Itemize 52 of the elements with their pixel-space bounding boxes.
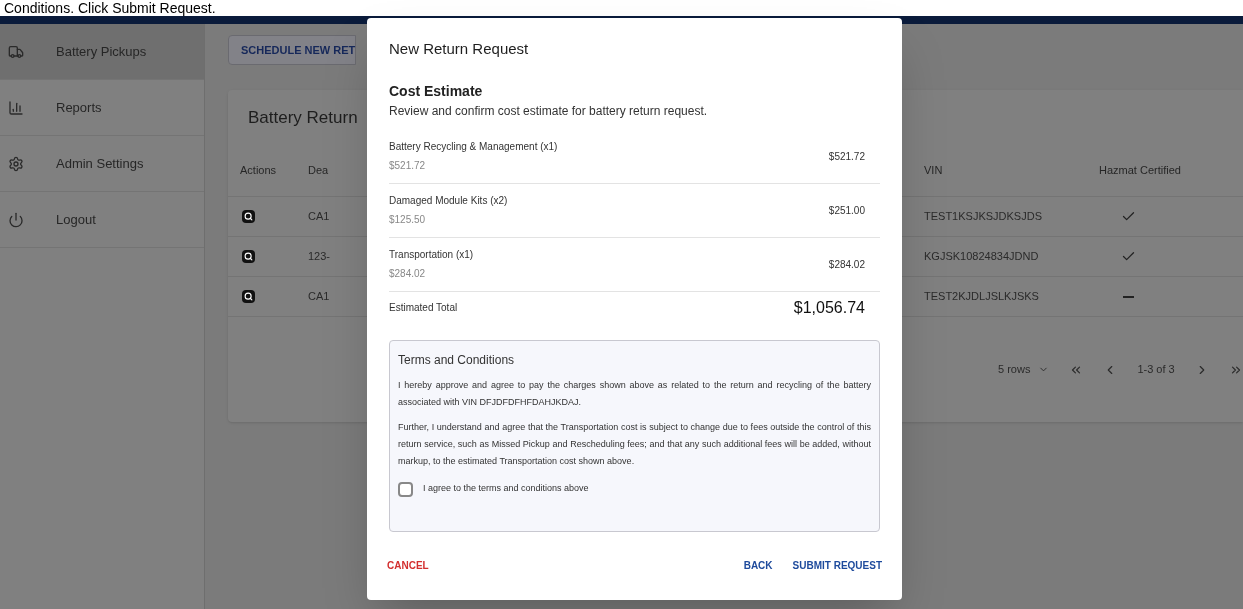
caption-text: Conditions. Click Submit Request. — [4, 1, 216, 15]
terms-paragraph: I hereby approve and agree to pay the charges shown above as related to the return and recycling of the battery associated with VIN DFJDFDFHFDAHJKDAJ. — [398, 378, 871, 409]
sidebar-item[interactable]: Admin Settings — [0, 136, 204, 192]
page-range: 1-3 of 3 — [1137, 362, 1175, 378]
sidebar-item[interactable]: Logout — [0, 192, 204, 248]
table-cell-text: TEST1KSJKSJDKSJDS — [924, 209, 1043, 225]
settings-icon — [8, 155, 24, 172]
cost-item-total: $521.72 — [828, 149, 865, 164]
table-cell-text: CA1 — [308, 289, 331, 305]
view-button[interactable] — [242, 290, 255, 303]
power-icon — [8, 211, 24, 228]
cost-item-name: Transportation (x1) — [389, 248, 475, 262]
terms-paragraph: Further, I understand and agree that the Transportation cost is subject to change due to fees outside the control of this return service, such as Missed Pickup and Rescheduling fees; and that any such additional fees will be added, without markup, to the estimated Transportation cost shown above. — [398, 420, 871, 468]
column-header: Actions — [240, 163, 278, 179]
view-button[interactable] — [242, 250, 255, 263]
cost-item-unit-price: $521.72 — [389, 159, 427, 173]
back-button[interactable]: BACK — [739, 553, 777, 577]
cost-item-total: $284.02 — [828, 257, 865, 272]
table-cell-text: KGJSK10824834JDND — [924, 249, 1040, 265]
total-label: Estimated Total — [389, 301, 459, 315]
agree-label: I agree to the terms and conditions above — [423, 482, 589, 496]
sidebar-item[interactable]: Battery Pickups — [0, 24, 204, 80]
table-cell-text: CA1 — [308, 209, 331, 225]
search-icon — [244, 292, 253, 301]
sidebar-item[interactable]: Reports — [0, 80, 204, 136]
cost-item-unit-price: $284.02 — [389, 267, 427, 281]
search-icon — [244, 212, 253, 221]
cost-item-unit-price: $125.50 — [389, 213, 427, 227]
truck-icon — [8, 43, 24, 60]
column-header: Dea — [308, 163, 330, 179]
schedule-return-button[interactable]: SCHEDULE NEW RET — [228, 35, 357, 65]
dialog-title: New Return Request — [389, 39, 530, 59]
agree-checkbox[interactable] — [398, 481, 413, 497]
search-icon — [244, 252, 253, 261]
table-cell-text: TEST2KJDLJSLKJSKS — [924, 289, 1040, 305]
cost-item-total: $251.00 — [828, 203, 865, 218]
terms-title: Terms and Conditions — [398, 351, 516, 369]
submit-request-button[interactable]: SUBMIT REQUEST — [788, 553, 886, 577]
cost-item-name: Damaged Module Kits (x2) — [389, 194, 509, 208]
column-header: Hazmat Certified — [1099, 163, 1181, 179]
bar-chart-icon — [8, 99, 24, 116]
column-header: VIN — [924, 163, 944, 179]
card-title: Battery Return — [248, 106, 358, 129]
view-button[interactable] — [242, 210, 255, 223]
rows-per-page-select[interactable]: 5 rows — [998, 361, 1050, 378]
section-subtitle: Review and confirm cost estimate for battery return request. — [389, 102, 709, 120]
cost-item-name: Battery Recycling & Management (x1) — [389, 140, 559, 154]
section-title: Cost Estimate — [389, 81, 484, 101]
total-amount: $1,056.74 — [793, 297, 865, 318]
dash-icon — [1123, 295, 1134, 298]
cancel-button[interactable]: CANCEL — [383, 553, 433, 577]
table-cell-text: 123- — [308, 249, 332, 265]
